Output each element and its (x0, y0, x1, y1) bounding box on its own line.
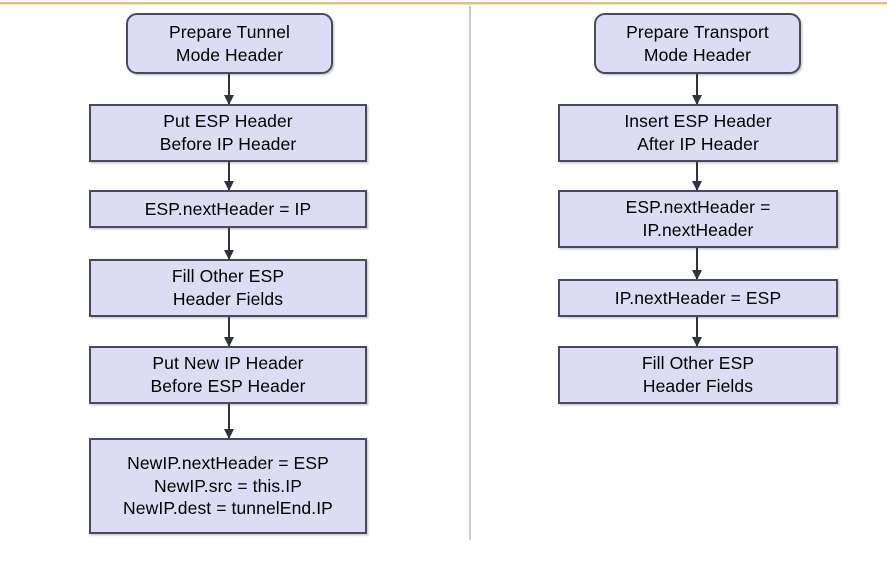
arrow-r4-to-r5 (696, 317, 698, 346)
arrow-r2-to-r3 (696, 162, 698, 190)
node-label: NewIP.nextHeader = ESP NewIP.src = this.… (123, 452, 333, 519)
node-label: Prepare Tunnel Mode Header (168, 21, 291, 65)
node-label: Fill Other ESP Header Fields (641, 353, 755, 396)
node-label: Fill Other ESP Header Fields (171, 266, 285, 309)
node-esp-nextheader-equals-ip-nextheader[interactable]: ESP.nextHeader = IP.nextHeader (558, 190, 838, 248)
node-fill-other-esp-header-fields-tunnel[interactable]: Fill Other ESP Header Fields (89, 259, 367, 317)
arrow-l1-to-l2 (228, 74, 230, 104)
arrow-r3-to-r4 (696, 248, 698, 279)
column-divider (469, 6, 471, 540)
top-rule-divider-soft (0, 4, 887, 5)
arrow-l3-to-l4 (228, 228, 230, 259)
node-ip-nextheader-equals-esp[interactable]: IP.nextHeader = ESP (558, 279, 838, 317)
node-prepare-tunnel-mode-header[interactable]: Prepare Tunnel Mode Header (126, 13, 333, 74)
flowchart-slide: Prepare Tunnel Mode Header Put ESP Heade… (0, 0, 887, 566)
node-label: Insert ESP Header After IP Header (624, 111, 772, 154)
node-prepare-transport-mode-header[interactable]: Prepare Transport Mode Header (594, 13, 801, 74)
arrow-l5-to-l6 (228, 404, 230, 438)
arrow-l2-to-l3 (228, 162, 230, 190)
node-label: IP.nextHeader = ESP (614, 287, 782, 308)
node-label: Put ESP Header Before IP Header (159, 111, 297, 154)
node-label: ESP.nextHeader = IP (144, 198, 312, 219)
node-put-new-ip-header-before-esp-header[interactable]: Put New IP Header Before ESP Header (89, 346, 367, 404)
node-label: ESP.nextHeader = IP.nextHeader (625, 197, 771, 240)
node-newip-assignments[interactable]: NewIP.nextHeader = ESP NewIP.src = this.… (89, 438, 367, 534)
node-esp-nextheader-equals-ip[interactable]: ESP.nextHeader = IP (89, 190, 367, 228)
node-put-esp-header-before-ip-header[interactable]: Put ESP Header Before IP Header (89, 104, 367, 162)
arrow-l4-to-l5 (228, 317, 230, 346)
node-label: Put New IP Header Before ESP Header (150, 353, 306, 396)
node-fill-other-esp-header-fields-transport[interactable]: Fill Other ESP Header Fields (558, 346, 838, 404)
arrow-r1-to-r2 (696, 74, 698, 104)
node-label: Prepare Transport Mode Header (626, 21, 769, 65)
node-insert-esp-header-after-ip-header[interactable]: Insert ESP Header After IP Header (558, 104, 838, 162)
